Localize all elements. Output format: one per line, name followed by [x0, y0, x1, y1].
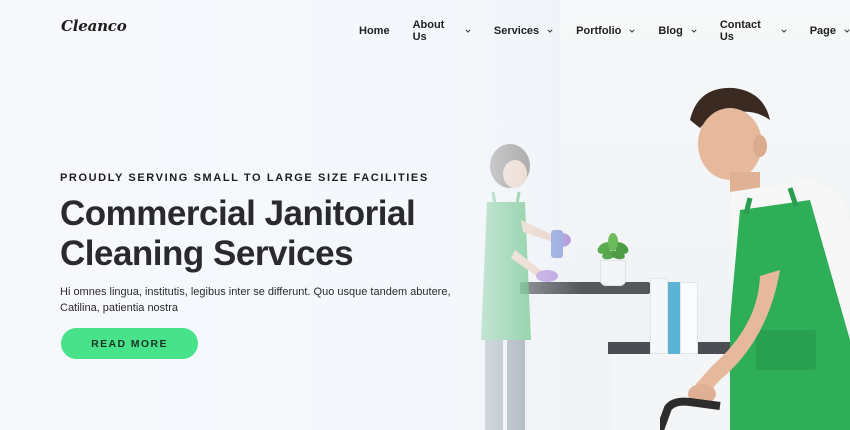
hero-body-text: Hi omnes lingua, institutis, legibus int…: [60, 286, 451, 314]
nav-item-label: Contact Us: [719, 19, 761, 43]
nav-item-label: Portfolio: [576, 25, 622, 37]
hero-eyebrow: PROUDLY SERVING SMALL TO LARGE SIZE FACI…: [60, 172, 429, 184]
main-nav: Home About Us Services Portfolio Blog Co…: [359, 19, 850, 43]
nav-item-portfolio[interactable]: Portfolio: [576, 25, 635, 37]
plant-pot: [600, 260, 626, 286]
site-logo[interactable]: Cleanco: [61, 17, 127, 35]
chevron-down-icon: [465, 28, 471, 34]
nav-item-label: Home: [359, 25, 390, 37]
nav-item-label: Services: [493, 25, 540, 37]
nav-item-services[interactable]: Services: [494, 25, 553, 37]
chevron-down-icon: [844, 28, 850, 34]
nav-item-label: About Us: [412, 19, 445, 43]
nav-item-page[interactable]: Page: [810, 25, 850, 37]
nav-item-blog[interactable]: Blog: [658, 25, 697, 37]
chevron-down-icon: [547, 28, 553, 34]
nav-item-home[interactable]: Home: [359, 25, 390, 37]
chevron-down-icon: [781, 28, 787, 34]
nav-item-label: Page: [809, 25, 836, 37]
nav-item-contact-us[interactable]: Contact Us: [720, 19, 787, 43]
nav-item-about-us[interactable]: About Us: [413, 19, 471, 43]
chevron-down-icon: [691, 28, 697, 34]
chevron-down-icon: [629, 28, 635, 34]
read-more-button[interactable]: READ MORE: [61, 328, 198, 359]
man-cleaning-figure: [660, 87, 850, 430]
nav-item-label: Blog: [658, 25, 683, 37]
site-header: Cleanco Home About Us Services Portfolio…: [0, 0, 850, 54]
hero-headline: Commercial Janitorial Cleaning Services: [60, 194, 416, 273]
read-more-label: READ MORE: [91, 337, 168, 350]
